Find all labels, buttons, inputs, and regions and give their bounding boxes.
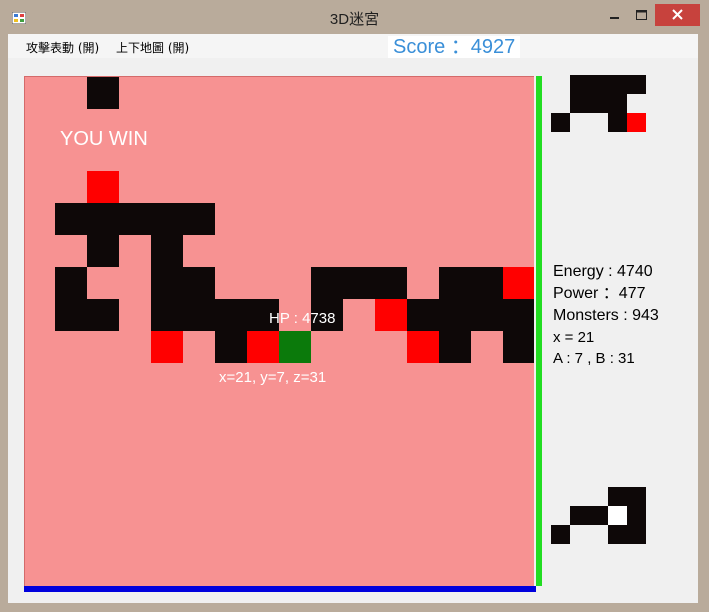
- hp-bar: [24, 586, 536, 592]
- maze-view[interactable]: YOU WIN HP : 4738 x=21, y=7, z=31: [24, 76, 534, 586]
- player-block: [279, 331, 311, 363]
- monster-block: [407, 331, 439, 363]
- app-window: 3D迷宮 攻擊表動 (開) 上下地圖 (開) Score ：4927 YOU W…: [0, 0, 709, 612]
- minimap-wall: [551, 525, 570, 544]
- minimap-wall: [570, 506, 589, 525]
- monster-block: [87, 171, 119, 203]
- minimap-wall: [627, 506, 646, 525]
- monster-block: [151, 331, 183, 363]
- wall-block: [151, 203, 183, 235]
- minimap-wall: [589, 506, 608, 525]
- wall-block: [407, 299, 439, 331]
- wall-block: [55, 203, 87, 235]
- power-stat: Power ：477: [553, 285, 646, 302]
- wall-block: [439, 331, 471, 363]
- minimap-wall: [589, 75, 608, 94]
- wall-block: [503, 299, 534, 331]
- minimap-upper: [551, 75, 651, 135]
- minimap-wall: [570, 75, 589, 94]
- wall-block: [87, 203, 119, 235]
- wall-block: [471, 299, 503, 331]
- menu-bar: 攻擊表動 (開) 上下地圖 (開) Score ：4927: [8, 34, 698, 58]
- wall-block: [311, 267, 343, 299]
- title-bar: 3D迷宮: [0, 0, 709, 34]
- wall-block: [471, 267, 503, 299]
- monster-block: [375, 299, 407, 331]
- minimize-button[interactable]: [601, 4, 628, 26]
- wall-block: [439, 267, 471, 299]
- energy-bar: [536, 76, 542, 586]
- wall-block: [151, 299, 183, 331]
- wall-block: [55, 267, 87, 299]
- minimap-floor: [608, 506, 627, 525]
- minimap-wall: [627, 525, 646, 544]
- hp-label: HP : 4738: [269, 310, 336, 327]
- wall-block: [119, 203, 151, 235]
- client-area: 攻擊表動 (開) 上下地圖 (開) Score ：4927 YOU WIN HP…: [8, 34, 698, 603]
- minimap-wall: [627, 75, 646, 94]
- wall-block: [151, 235, 183, 267]
- x-stat: x = 21: [553, 329, 595, 346]
- wall-block: [343, 267, 375, 299]
- wall-block: [215, 331, 247, 363]
- wall-block: [439, 299, 471, 331]
- wall-block: [87, 235, 119, 267]
- minimap-wall: [608, 113, 627, 132]
- wall-block: [215, 299, 247, 331]
- minimap-wall: [608, 525, 627, 544]
- menu-map-toggle[interactable]: 上下地圖 (開): [116, 39, 189, 56]
- minimap-wall: [608, 487, 627, 506]
- monster-block: [247, 331, 279, 363]
- minimap-wall: [551, 113, 570, 132]
- minimap-wall: [589, 94, 608, 113]
- stats-panel: Energy : 4740 Power ：477 Monsters : 943 …: [553, 261, 659, 369]
- wall-block: [55, 299, 87, 331]
- wall-block: [87, 77, 119, 109]
- minimap-wall: [570, 94, 589, 113]
- minimap-wall: [627, 487, 646, 506]
- wall-block: [375, 267, 407, 299]
- monsters-stat: Monsters : 943: [553, 307, 659, 324]
- ab-stat: A : 7 , B : 31: [553, 350, 635, 367]
- position-label: x=21, y=7, z=31: [219, 369, 327, 386]
- maximize-button[interactable]: [628, 4, 655, 26]
- minimap-wall: [608, 94, 627, 113]
- minimap-wall: [608, 75, 627, 94]
- wall-block: [87, 299, 119, 331]
- score-display: Score ：4927: [388, 36, 520, 58]
- close-icon: [672, 9, 683, 20]
- monster-block: [503, 267, 534, 299]
- wall-block: [183, 203, 215, 235]
- menu-attack-toggle[interactable]: 攻擊表動 (開): [26, 39, 99, 56]
- wall-block: [503, 331, 534, 363]
- wall-block: [183, 299, 215, 331]
- energy-stat: Energy : 4740: [553, 263, 653, 280]
- wall-block: [151, 267, 183, 299]
- minimap-monster: [627, 113, 646, 132]
- close-button[interactable]: [655, 4, 700, 26]
- minimap-lower: [551, 487, 651, 547]
- game-status-text: YOU WIN: [60, 128, 148, 150]
- wall-block: [183, 267, 215, 299]
